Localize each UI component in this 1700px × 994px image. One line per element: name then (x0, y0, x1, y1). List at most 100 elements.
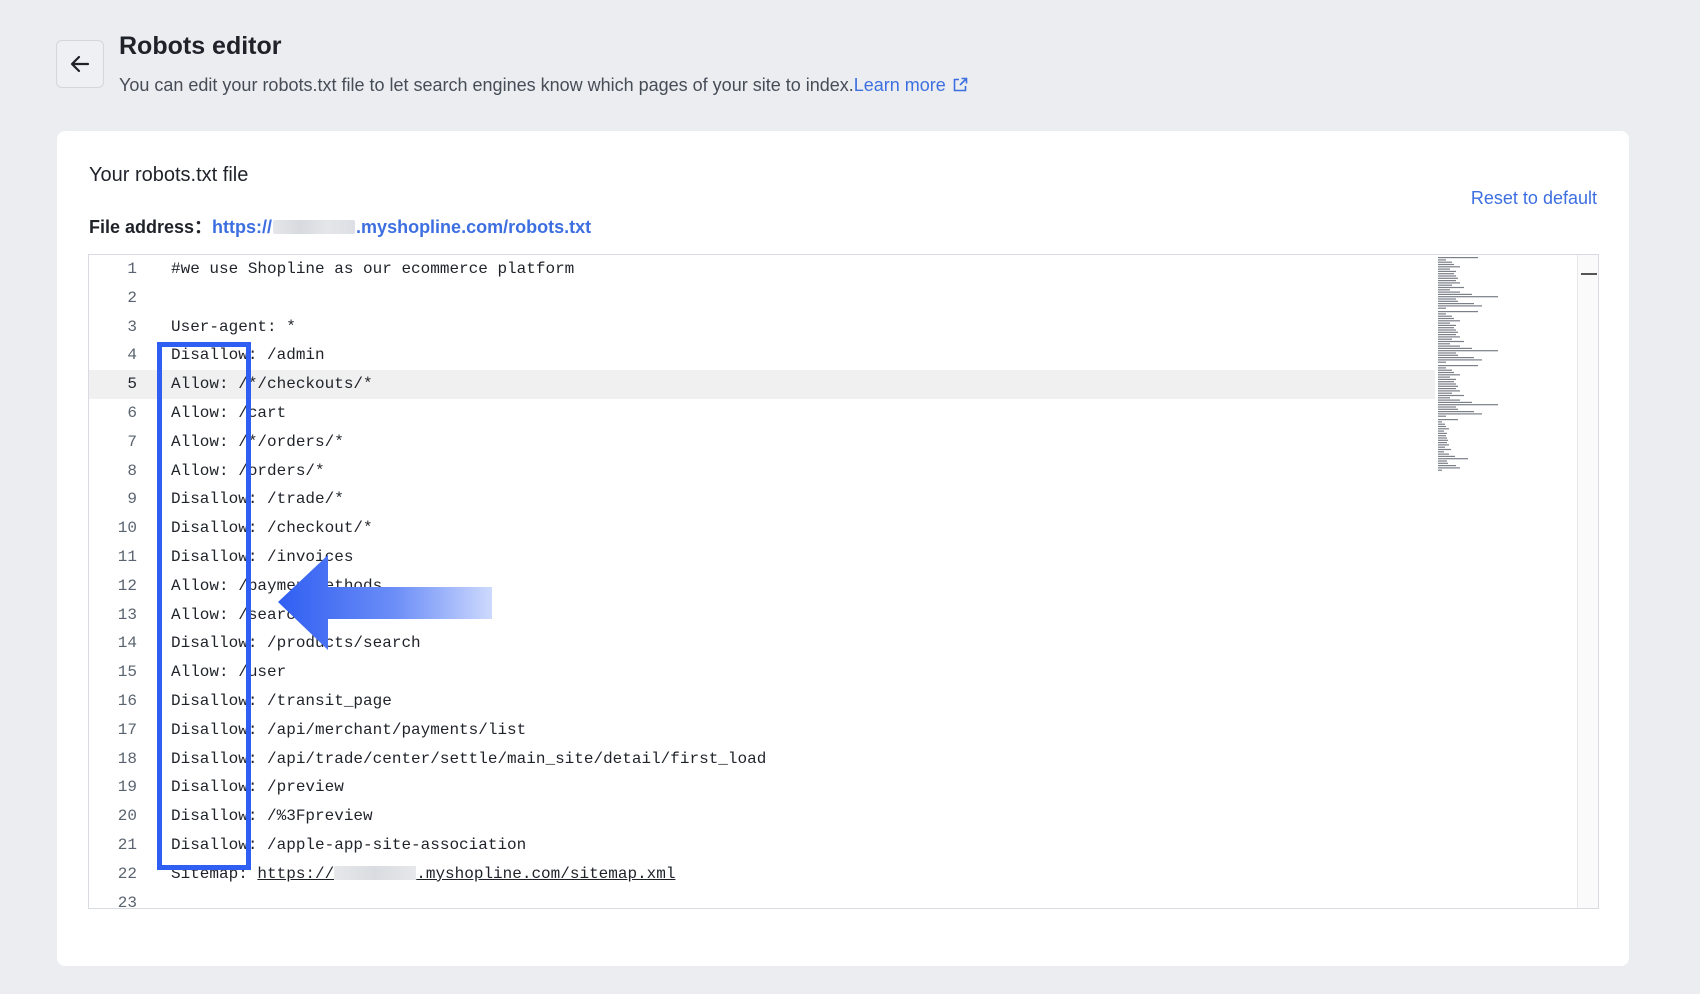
line-text[interactable]: Allow: /search (171, 601, 305, 630)
minimap-line (1438, 419, 1458, 421)
minimap-line (1438, 460, 1447, 462)
reset-to-default-button[interactable]: Reset to default (1471, 188, 1597, 209)
line-number: 1 (127, 260, 137, 278)
minimap-line (1438, 371, 1454, 374)
line-content: Disallow: /products/search (171, 634, 421, 653)
line-number: 23 (117, 893, 137, 909)
code-line[interactable]: 18 Disallow: /api/trade/center/settle/mai… (89, 745, 1435, 774)
line-text[interactable]: Disallow: /api/merchant/payments/list (171, 716, 526, 745)
code-line[interactable]: 16 Disallow: /transit_page (89, 687, 1435, 716)
line-text[interactable]: Disallow: /transit_page (171, 687, 392, 716)
code-line[interactable]: 11 Disallow: /invoices (89, 543, 1435, 572)
file-address-link[interactable]: https:// .myshopline.com/robots.txt (212, 217, 591, 237)
editor-minimap[interactable] (1436, 255, 1536, 500)
minimap-line (1438, 444, 1449, 446)
minimap-line (1438, 413, 1482, 415)
line-text[interactable]: Allow: /cart (171, 399, 286, 428)
code-line[interactable]: 2 (89, 284, 1435, 313)
line-content: Allow: /orders/* (171, 461, 325, 480)
line-text[interactable]: Disallow: /%3Fpreview (171, 802, 373, 831)
line-number: 8 (127, 461, 137, 480)
line-text[interactable]: Allow: /paymentMethods (171, 572, 382, 601)
line-content: Disallow: /admin (171, 346, 325, 365)
minimap-line (1438, 376, 1450, 378)
code-line[interactable]: 4 Disallow: /admin (89, 341, 1435, 370)
code-line[interactable]: 1 #we use Shopline as our ecommerce platf… (89, 255, 1435, 284)
file-address-prefix: https:// (212, 217, 273, 237)
minimap-line (1438, 338, 1452, 340)
minimap-line (1438, 317, 1454, 320)
line-number: 6 (127, 404, 137, 422)
code-line[interactable]: 15 Allow: /user (89, 658, 1435, 687)
minimap-line (1438, 453, 1449, 455)
line-number: 22 (117, 864, 137, 883)
line-text[interactable]: Disallow: /products/search (171, 629, 421, 658)
line-text[interactable]: Allow: /*/checkouts/* (171, 370, 373, 399)
line-text[interactable]: Disallow: /invoices (171, 543, 353, 572)
code-line[interactable]: 5 Allow: /*/checkouts/* (89, 370, 1435, 399)
external-link-icon (953, 77, 968, 92)
minimap-line (1438, 458, 1468, 460)
redacted-domain (273, 220, 356, 234)
minimap-line (1438, 340, 1464, 343)
minimap-line (1438, 357, 1474, 359)
line-text[interactable]: Disallow: /admin (171, 341, 325, 370)
code-line[interactable]: 10 Disallow: /checkout/* (89, 514, 1435, 543)
line-text[interactable]: Disallow: /trade/* (171, 485, 344, 514)
minimap-line (1438, 397, 1450, 399)
code-line[interactable]: 8 Allow: /orders/* (89, 457, 1435, 486)
code-line[interactable]: 20 Disallow: /%3Fpreview (89, 802, 1435, 831)
back-button[interactable] (56, 40, 104, 88)
minimap-line (1438, 327, 1454, 329)
minimap-line (1438, 423, 1445, 425)
minimap-line (1438, 435, 1446, 437)
minimap-line (1438, 261, 1452, 263)
line-text[interactable]: Allow: /orders/* (171, 457, 325, 486)
minimap-line (1438, 350, 1498, 352)
code-line[interactable]: 12 Allow: /paymentMethods (89, 572, 1435, 601)
minimap-line (1438, 293, 1472, 295)
code-editor[interactable]: 23 22 Sitemap: https://.myshopline.com/sit… (88, 254, 1599, 909)
code-line[interactable]: 3 User-agent: * (89, 313, 1435, 342)
editor-scrollbar[interactable] (1577, 255, 1598, 908)
scroll-thumb[interactable] (1581, 273, 1597, 275)
minimap-line (1438, 469, 1442, 471)
code-line[interactable]: 21 Disallow: /apple-app-site-association (89, 831, 1435, 860)
code-line[interactable]: 13 Allow: /search (89, 601, 1435, 630)
line-number: 7 (127, 432, 137, 451)
line-content: Disallow: /checkout/* (171, 519, 373, 538)
code-line[interactable]: 17 Disallow: /api/merchant/payments/list (89, 716, 1435, 745)
line-content: Disallow: /api/merchant/payments/list (171, 720, 527, 739)
minimap-line (1438, 270, 1456, 272)
line-text[interactable]: #we use Shopline as our ecommerce platfo… (171, 255, 574, 284)
line-text[interactable]: Allow: /*/orders/* (171, 428, 344, 457)
line-text[interactable]: Disallow: /preview (171, 773, 344, 802)
code-line[interactable]: 22 Sitemap: https:// .myshopline.com/sitem… (89, 860, 1435, 889)
sitemap-url-prefix: https:// (257, 864, 335, 883)
line-text[interactable]: Disallow: /apple-app-site-association (171, 831, 526, 860)
line-text[interactable]: Allow: /user (171, 658, 286, 687)
minimap-line (1438, 421, 1442, 423)
code-line[interactable]: 6 Allow: /cart (89, 399, 1435, 428)
line-text[interactable]: User-agent: * (171, 313, 296, 342)
minimap-line (1438, 284, 1452, 286)
minimap-line (1438, 277, 1458, 279)
minimap-line (1438, 388, 1456, 390)
learn-more-link[interactable]: Learn more (854, 75, 968, 95)
line-text[interactable]: Sitemap: https:// .myshopline.com/sitemap… (171, 860, 675, 889)
minimap-line (1438, 329, 1456, 331)
sitemap-url[interactable]: https:// .myshopline.com/sitemap.xml (257, 865, 675, 883)
line-content: Allow: /paymentMethods (171, 576, 383, 595)
line-text[interactable]: Disallow: /checkout/* (171, 514, 373, 543)
code-line[interactable]: 14 Disallow: /products/search (89, 629, 1435, 658)
code-line[interactable]: 23 (89, 889, 1435, 909)
minimap-line (1438, 296, 1498, 298)
line-content: Allow: /*/orders/* (171, 432, 344, 451)
code-line[interactable]: 7 Allow: /*/orders/* (89, 428, 1435, 457)
minimap-line (1438, 439, 1448, 441)
line-content: User-agent: * (171, 317, 296, 336)
code-line[interactable]: 9 Disallow: /trade/* (89, 485, 1435, 514)
minimap-line (1438, 425, 1446, 428)
line-text[interactable]: Disallow: /api/trade/center/settle/main_… (171, 745, 766, 774)
code-line[interactable]: 19 Disallow: /preview (89, 773, 1435, 802)
